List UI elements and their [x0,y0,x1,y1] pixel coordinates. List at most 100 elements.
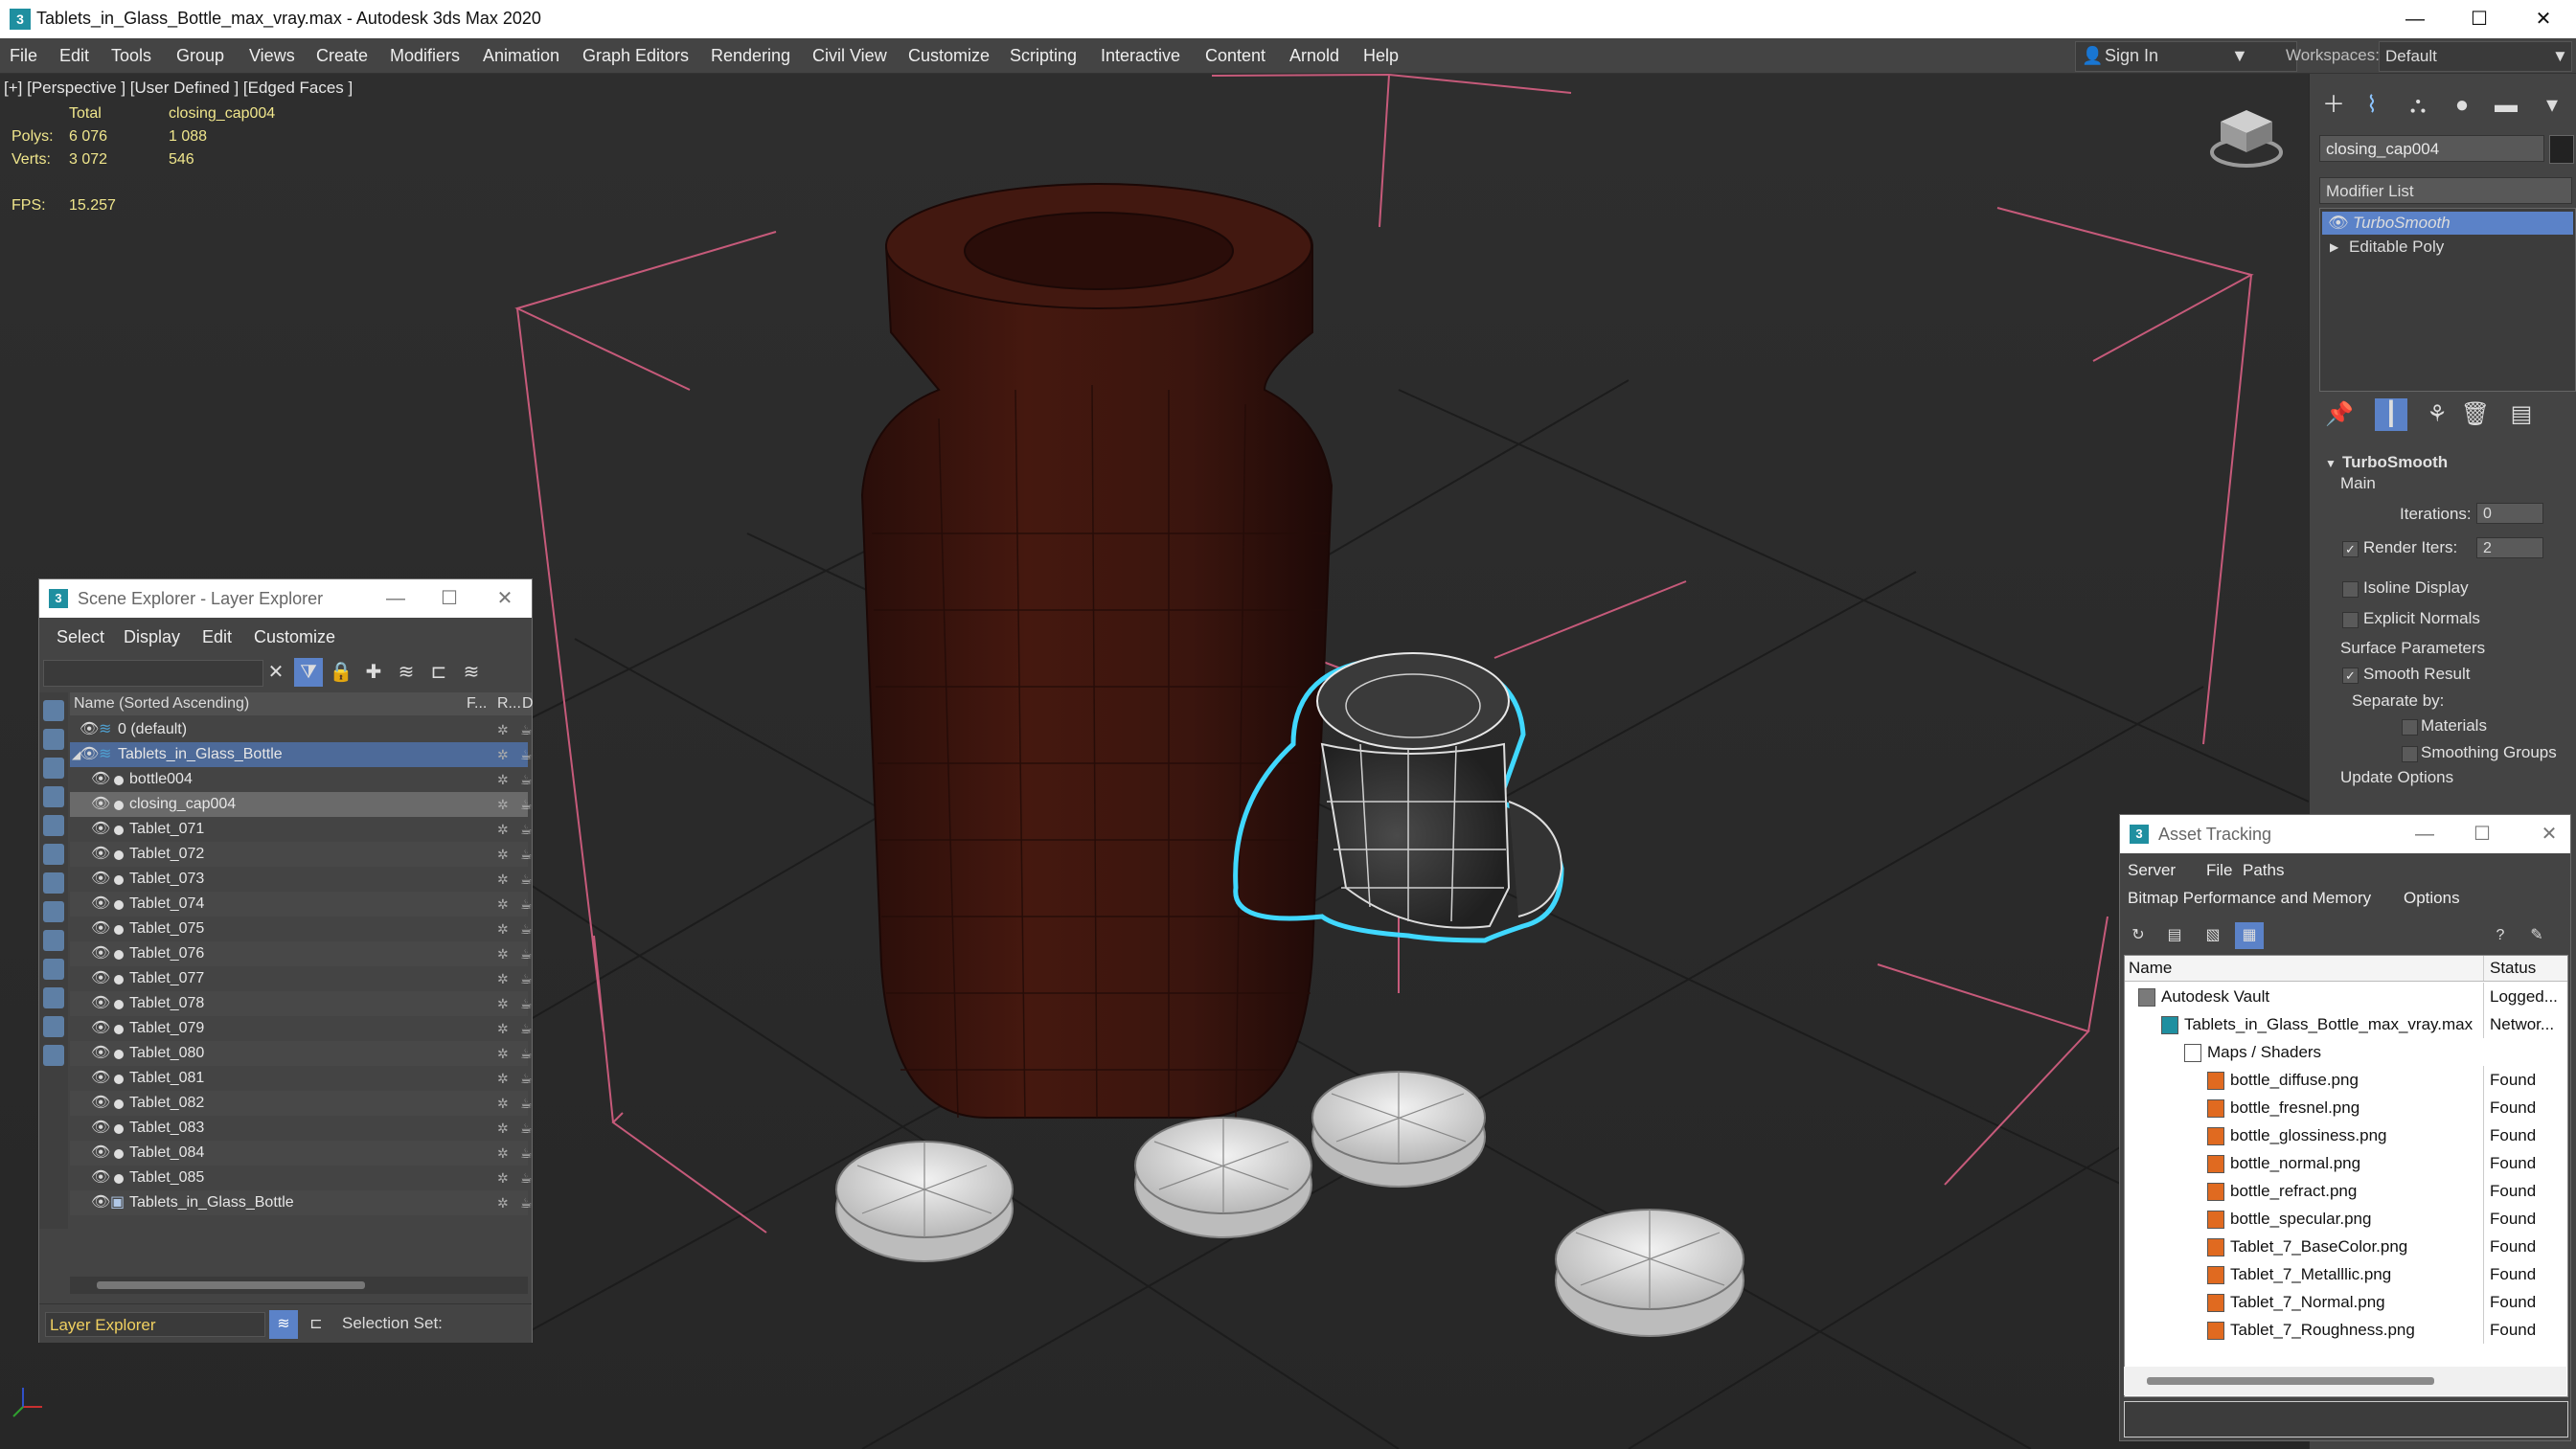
filter-icon[interactable]: ⧩ [294,658,323,687]
renderable-icon[interactable]: ☕ [520,966,533,991]
xrefs-filter-icon[interactable] [43,930,64,951]
horizontal-scrollbar[interactable] [2124,1367,2566,1395]
freeze-icon[interactable]: ✲ [497,892,509,917]
maximize-button[interactable]: ☐ [2448,4,2511,34]
renderable-icon[interactable]: ☕ [520,991,533,1016]
eye-icon[interactable]: 👁 [2328,212,2349,235]
smooth-result-checkbox[interactable]: ✓ [2342,668,2359,684]
asset-row[interactable]: Tablet_7_Roughness.png Found [2125,1316,2567,1344]
tree-row[interactable]: 👁 Tablet_085 ✲ ☕ [70,1166,533,1190]
menu-server[interactable]: Server [2128,861,2176,880]
freeze-icon[interactable]: ✲ [497,817,509,842]
column-f-header[interactable]: F... [467,692,487,715]
thumbnail-view-icon[interactable]: ▧ [2199,922,2227,949]
layers-icon[interactable]: ≋ [392,658,421,687]
asset-row[interactable]: Tablet_7_Metalllic.png Found [2125,1260,2567,1288]
close-button[interactable]: ✕ [488,585,522,612]
eye-icon[interactable]: 👁 [91,1190,110,1215]
tree-row[interactable]: 👁 Tablet_083 ✲ ☕ [70,1116,533,1141]
asset-row[interactable]: bottle_refract.png Found [2125,1177,2567,1205]
column-name-header[interactable]: Name [2129,956,2172,981]
freeze-icon[interactable]: ✲ [497,1166,509,1190]
add-layer-icon[interactable]: ✚ [359,658,388,687]
eye-icon[interactable]: 👁 [91,917,110,941]
maximize-button[interactable]: ☐ [432,585,467,612]
renderable-icon[interactable]: ☕ [520,1016,533,1041]
sign-in-dropdown[interactable]: 👤 Sign In ▼ [2075,41,2297,72]
close-button[interactable]: ✕ [2512,4,2575,34]
tree-row[interactable]: 👁 bottle004 ✲ ☕ [70,767,533,792]
modifier-list-dropdown[interactable]: Modifier List [2319,177,2572,204]
bones-filter-icon[interactable] [43,959,64,980]
eye-icon[interactable]: 👁 [91,1116,110,1141]
freeze-icon[interactable]: ✲ [497,1091,509,1116]
menu-customize[interactable]: Customize [908,38,990,73]
menu-options[interactable]: Options [2404,889,2460,908]
remove-modifier-icon[interactable]: 🗑 [2459,398,2492,431]
workspaces-dropdown[interactable]: Default ▼ [2379,41,2572,72]
close-button[interactable]: ✕ [2532,821,2566,848]
renderable-icon[interactable]: ☕ [520,1041,533,1066]
freeze-icon[interactable]: ✲ [497,842,509,867]
eye-icon[interactable]: 👁 [91,1016,110,1041]
freeze-icon[interactable]: ✲ [497,1116,509,1141]
eye-icon[interactable]: 👁 [91,817,110,842]
containers-filter-icon[interactable] [43,987,64,1008]
tree-row[interactable]: 👁 Tablet_081 ✲ ☕ [70,1066,533,1091]
asset-row[interactable]: Tablet_7_BaseColor.png Found [2125,1233,2567,1260]
expand-arrow-icon[interactable]: ▶ [2330,236,2338,259]
menu-tools[interactable]: Tools [111,38,151,73]
tree-row[interactable]: 👁 Tablet_077 ✲ ☕ [70,966,533,991]
configure-sets-icon[interactable]: ▤ [2505,398,2538,431]
scene-explorer-titlebar[interactable]: 3 Scene Explorer - Layer Explorer — ☐ ✕ [39,579,532,618]
cameras-filter-icon[interactable] [43,815,64,836]
helpers-filter-icon[interactable] [43,844,64,865]
renderable-icon[interactable]: ☕ [520,742,533,767]
renderable-icon[interactable]: ☕ [520,1116,533,1141]
menu-interactive[interactable]: Interactive [1101,38,1180,73]
create-tab-plus-icon[interactable]: ＋ [2319,91,2348,120]
eye-icon[interactable]: 👁 [91,941,110,966]
viewport-label[interactable]: [+] [Perspective ] [User Defined ] [Edge… [4,79,353,98]
iterations-spinner[interactable]: 0 [2476,503,2543,524]
show-end-result-icon[interactable]: ┃ [2375,398,2407,431]
menu-arnold[interactable]: Arnold [1289,38,1339,73]
asset-row[interactable]: bottle_diffuse.png Found [2125,1066,2567,1094]
tree-row[interactable]: 👁 Tablet_076 ✲ ☕ [70,941,533,966]
eye-icon[interactable]: 👁 [91,792,110,817]
menu-edit[interactable]: Edit [202,627,232,647]
renderable-icon[interactable]: ☕ [520,817,533,842]
tree-row[interactable]: 👁 Tablet_079 ✲ ☕ [70,1016,533,1041]
modify-tab-icon[interactable]: ⌇ [2358,91,2386,120]
tree-row[interactable]: ◢ 👁 ≋ Tablets_in_Glass_Bottle ✲ ☕ [70,742,533,767]
menu-group[interactable]: Group [176,38,224,73]
frozen-filter-icon[interactable] [43,1016,64,1037]
eye-icon[interactable]: 👁 [91,1166,110,1190]
menu-modifiers[interactable]: Modifiers [390,38,460,73]
minimize-button[interactable]: — [2407,821,2442,848]
freeze-icon[interactable]: ✲ [497,867,509,892]
tree-row[interactable]: 👁 closing_cap004 ✲ ☕ [70,792,533,817]
tree-row[interactable]: 👁 Tablet_073 ✲ ☕ [70,867,533,892]
column-name-header[interactable]: Name (Sorted Ascending) [74,692,249,715]
menu-civil-view[interactable]: Civil View [812,38,887,73]
renderable-icon[interactable]: ☕ [520,892,533,917]
freeze-icon[interactable]: ✲ [497,1190,509,1215]
menu-display[interactable]: Display [124,627,180,647]
minimize-button[interactable]: — [378,585,413,612]
tree-row[interactable]: 👁 Tablet_071 ✲ ☕ [70,817,533,842]
freeze-icon[interactable]: ✲ [497,717,509,742]
eye-icon[interactable]: 👁 [80,742,99,767]
freeze-icon[interactable]: ✲ [497,917,509,941]
asset-row[interactable]: Tablet_7_Normal.png Found [2125,1288,2567,1316]
renderable-icon[interactable]: ☕ [520,917,533,941]
smoothing-groups-checkbox[interactable] [2402,746,2418,762]
render-iters-checkbox[interactable]: ✓ [2342,541,2359,557]
hierarchy-explorer-icon[interactable]: ⊏ [302,1310,331,1339]
lock-icon[interactable]: 🔒 [327,658,355,687]
freeze-icon[interactable]: ✲ [497,742,509,767]
eye-icon[interactable]: 👁 [91,842,110,867]
geometry-filter-icon[interactable] [43,729,64,750]
shapes-filter-icon[interactable] [43,758,64,779]
menu-file[interactable]: File [2206,861,2232,880]
